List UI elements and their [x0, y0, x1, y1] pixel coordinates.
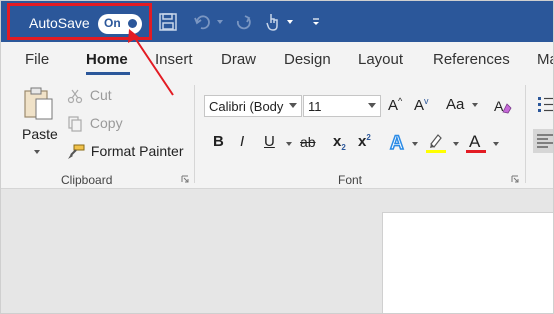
- tab-insert[interactable]: Insert: [155, 51, 193, 68]
- text-effects-dropdown[interactable]: [412, 142, 418, 146]
- chevron-down-icon: [289, 103, 297, 108]
- bullets-button[interactable]: [537, 95, 553, 118]
- cut-label: Cut: [89, 87, 112, 103]
- chevron-down-icon: [471, 103, 478, 108]
- shrink-font-button[interactable]: Av: [414, 96, 429, 114]
- scissors-icon: [67, 89, 83, 104]
- word-window: AutoSave On File Home Insert Draw Design…: [0, 0, 554, 314]
- clipboard-group-label: Clipboard: [61, 173, 113, 187]
- autosave-label: AutoSave: [29, 15, 90, 31]
- align-left-icon: [537, 134, 553, 148]
- grow-font-button[interactable]: A^: [388, 96, 402, 114]
- customize-icon: [313, 18, 319, 25]
- text-effects-icon: A: [389, 132, 405, 155]
- grow-font-icon: A^: [388, 96, 403, 114]
- font-name-value: Calibri (Body: [209, 99, 284, 114]
- save-button[interactable]: [156, 10, 180, 34]
- touch-mode-button[interactable]: [263, 10, 283, 34]
- ribbon-tabs: File Home Insert Draw Design Layout Refe…: [1, 42, 553, 77]
- svg-text:A: A: [469, 132, 481, 151]
- strikethrough-icon: ab: [300, 134, 316, 150]
- italic-icon: I: [240, 133, 245, 150]
- ribbon: Paste Cut Copy Format Painter Clipboard …: [1, 77, 553, 189]
- undo-dropdown[interactable]: [215, 10, 225, 34]
- paste-button[interactable]: Paste: [19, 85, 59, 165]
- font-color-icon: A: [466, 132, 486, 153]
- autosave-toggle-label: On: [104, 16, 121, 30]
- cut-button[interactable]: Cut: [67, 87, 112, 104]
- redo-icon: [236, 15, 251, 30]
- highlight-color-button[interactable]: [425, 131, 447, 158]
- toggle-knob: [128, 19, 137, 28]
- group-divider: [194, 85, 195, 183]
- autosave-highlight-box: AutoSave On: [7, 3, 152, 40]
- dialog-launcher-icon[interactable]: [181, 175, 189, 183]
- hand-pointer-icon: [266, 14, 278, 31]
- subscript-icon: x2: [333, 133, 346, 152]
- customize-quick-access-button[interactable]: [309, 10, 323, 34]
- format-painter-label: Format Painter: [90, 143, 184, 159]
- clear-formatting-icon: A: [494, 98, 512, 114]
- active-tab-indicator: [86, 72, 130, 75]
- highlighter-icon: [426, 134, 446, 153]
- font-color-dropdown[interactable]: [493, 142, 499, 146]
- chevron-down-icon: [287, 20, 293, 24]
- clipboard-paste-icon: [24, 87, 53, 120]
- dialog-launcher-icon[interactable]: [511, 175, 519, 183]
- format-painter-button[interactable]: Format Painter: [67, 143, 183, 160]
- font-size-value: 11: [308, 99, 322, 114]
- highlight-color-dropdown[interactable]: [453, 142, 459, 146]
- superscript-button[interactable]: x2: [358, 133, 371, 153]
- copy-button[interactable]: Copy: [67, 115, 123, 132]
- title-bar: AutoSave On: [1, 1, 553, 42]
- change-case-button[interactable]: Aa: [446, 96, 478, 113]
- group-divider: [525, 85, 526, 183]
- tab-file[interactable]: File: [25, 51, 49, 68]
- subscript-button[interactable]: x2: [333, 133, 346, 153]
- align-left-button[interactable]: [533, 129, 553, 153]
- chevron-down-icon: [217, 20, 223, 24]
- strikethrough-button[interactable]: ab: [300, 134, 316, 154]
- shrink-font-icon: Av: [414, 96, 429, 114]
- copy-icon: [68, 116, 82, 132]
- chevron-down-icon: [34, 150, 40, 154]
- tab-design[interactable]: Design: [284, 51, 331, 68]
- tab-layout[interactable]: Layout: [358, 51, 403, 68]
- clear-formatting-button[interactable]: A: [492, 96, 512, 121]
- underline-button[interactable]: U: [264, 133, 275, 153]
- underline-dropdown[interactable]: [286, 142, 292, 146]
- font-name-dropdown[interactable]: Calibri (Body: [204, 95, 302, 117]
- tab-mailings[interactable]: Ma: [537, 51, 553, 68]
- redo-button[interactable]: [231, 10, 255, 34]
- document-canvas: [1, 189, 553, 313]
- underline-icon: U: [264, 133, 275, 150]
- text-effects-button[interactable]: A: [388, 131, 410, 158]
- font-size-dropdown[interactable]: 11: [303, 95, 381, 117]
- tab-references[interactable]: References: [433, 51, 510, 68]
- change-case-label: Aa: [446, 96, 465, 113]
- italic-button[interactable]: I: [240, 133, 244, 153]
- font-group-label: Font: [338, 173, 363, 187]
- undo-icon: [194, 15, 210, 30]
- svg-text:A: A: [390, 133, 404, 153]
- copy-label: Copy: [89, 115, 123, 131]
- tab-home[interactable]: Home: [86, 51, 128, 68]
- save-icon: [159, 13, 177, 31]
- paste-label: Paste: [22, 126, 58, 142]
- touch-mode-dropdown[interactable]: [285, 10, 295, 34]
- chevron-down-icon: [368, 103, 376, 108]
- font-color-button[interactable]: A: [465, 131, 487, 158]
- paintbrush-icon: [68, 144, 85, 160]
- autosave-toggle[interactable]: On: [98, 14, 142, 34]
- superscript-icon: x2: [358, 133, 371, 150]
- undo-button[interactable]: [191, 10, 215, 34]
- bold-button[interactable]: B: [213, 133, 224, 153]
- document-page[interactable]: [382, 212, 553, 313]
- bold-icon: B: [213, 133, 224, 150]
- tab-draw[interactable]: Draw: [221, 51, 256, 68]
- bullet-list-icon: [538, 97, 553, 112]
- svg-text:A: A: [494, 98, 504, 114]
